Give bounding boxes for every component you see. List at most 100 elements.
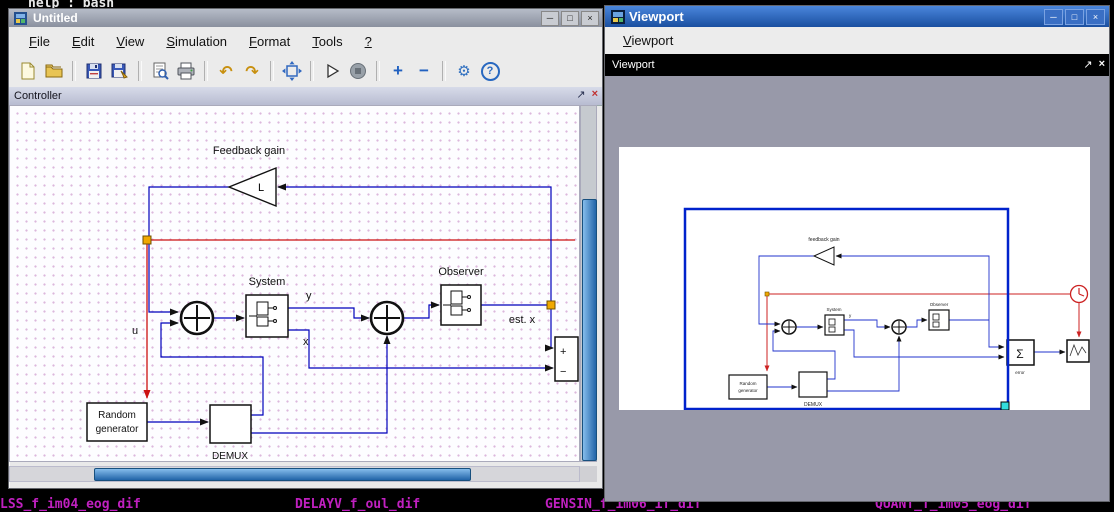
vertical-scrollbar[interactable]	[580, 105, 597, 462]
mini-random-label-1: Random	[739, 381, 756, 386]
stop-simulation-button[interactable]	[345, 58, 371, 84]
terminal-file-2: DELAYV_f_oul_dif	[295, 497, 420, 512]
fit-diagram-button[interactable]	[279, 58, 305, 84]
toolbar-separator	[270, 61, 274, 81]
open-folder-icon	[44, 61, 64, 81]
menu-help[interactable]: ?	[355, 31, 382, 52]
close-button[interactable]: ×	[581, 11, 599, 26]
print-button[interactable]	[173, 58, 199, 84]
est-x-label: est. x	[509, 314, 536, 326]
app-icon	[14, 12, 27, 25]
detach-panel-icon[interactable]: ↗	[1083, 58, 1092, 71]
mini-error-sum-block: Σ	[1007, 340, 1034, 365]
viewport-window: Viewport ─ □ × Viewport Viewport ↗ ×	[604, 5, 1110, 502]
system-block[interactable]	[246, 295, 288, 337]
mini-gain-block	[814, 247, 834, 265]
system-label: System	[249, 276, 286, 288]
fit-to-window-icon	[282, 61, 302, 81]
close-button[interactable]: ×	[1086, 9, 1105, 25]
help-button[interactable]: ?	[477, 58, 503, 84]
redo-icon: ↷	[245, 62, 258, 81]
open-button[interactable]	[41, 58, 67, 84]
scrollbar-corner	[580, 466, 597, 482]
mini-demux-label: DEMUX	[804, 402, 823, 408]
gain-label: L	[258, 182, 264, 194]
minimize-button[interactable]: ─	[1044, 9, 1063, 25]
sum-block-1[interactable]	[181, 302, 213, 334]
horizontal-scrollbar[interactable]	[9, 466, 580, 482]
redo-button[interactable]: ↷	[239, 58, 265, 84]
run-simulation-button[interactable]	[319, 58, 345, 84]
menu-simulation[interactable]: Simulation	[156, 31, 237, 52]
controller-panel-header: Controller ↗ ×	[9, 87, 602, 106]
demux-label: DEMUX	[212, 451, 248, 462]
save-as-icon	[110, 61, 130, 81]
gear-icon: ⚙	[457, 62, 470, 80]
mini-random-label-2: generator	[738, 388, 758, 393]
new-button[interactable]	[15, 58, 41, 84]
mini-link-handle	[765, 292, 769, 296]
u-label: u	[132, 325, 138, 337]
close-panel-icon[interactable]: ×	[1099, 58, 1105, 71]
feedback-gain-block[interactable]: L	[229, 168, 276, 206]
toolbar-separator	[310, 61, 314, 81]
zoom-in-button[interactable]: +	[385, 58, 411, 84]
observer-block[interactable]	[441, 285, 481, 325]
feedback-gain-label: Feedback gain	[213, 145, 285, 157]
settings-button[interactable]: ⚙	[451, 58, 477, 84]
observer-label: Observer	[438, 266, 484, 278]
toolbar-separator	[376, 61, 380, 81]
mini-sum-1	[782, 320, 796, 334]
stop-icon	[348, 61, 368, 81]
mini-scope-block	[1067, 340, 1089, 362]
toolbar: ↶ ↷ +	[9, 55, 602, 88]
link-handle-2[interactable]	[547, 301, 555, 309]
print-preview-icon	[150, 61, 170, 81]
maximize-button[interactable]: □	[1065, 9, 1084, 25]
x-label: x	[303, 336, 309, 348]
random-generator-block[interactable]: Random generator	[87, 403, 147, 441]
minus-port-label: −	[560, 366, 566, 378]
mini-sum-2	[892, 320, 906, 334]
close-panel-icon[interactable]: ×	[592, 88, 598, 101]
editor-window: Untitled ─ □ × File Edit View Simulation…	[8, 8, 603, 489]
menu-format[interactable]: Format	[239, 31, 300, 52]
undo-button[interactable]: ↶	[213, 58, 239, 84]
mini-observer-label: Observer	[930, 302, 949, 307]
error-sum-block[interactable]: + −	[555, 337, 578, 381]
vertical-scrollbar-thumb[interactable]	[582, 199, 597, 461]
window-title: Untitled	[33, 11, 78, 25]
minimize-button[interactable]: ─	[541, 11, 559, 26]
mini-error-label: error	[1015, 370, 1025, 375]
link-handle-1[interactable]	[143, 236, 151, 244]
mini-clock-block	[1071, 286, 1088, 303]
zoom-out-button[interactable]: −	[411, 58, 437, 84]
menu-view[interactable]: View	[106, 31, 154, 52]
menu-file[interactable]: File	[19, 31, 60, 52]
menu-edit[interactable]: Edit	[62, 31, 104, 52]
mini-observer-block	[929, 310, 949, 330]
print-preview-button[interactable]	[147, 58, 173, 84]
save-as-button[interactable]	[107, 58, 133, 84]
maximize-button[interactable]: □	[561, 11, 579, 26]
viewport-canvas[interactable]: feedback gain System y Observer	[619, 147, 1090, 410]
toolbar-separator	[204, 61, 208, 81]
horizontal-scrollbar-thumb[interactable]	[94, 468, 471, 481]
mini-sigma-label: Σ	[1016, 347, 1023, 361]
sum-block-2[interactable]	[371, 302, 403, 334]
mini-system-block	[825, 315, 844, 335]
editor-titlebar[interactable]: Untitled ─ □ ×	[9, 9, 602, 27]
viewport-resize-handle[interactable]	[1001, 402, 1009, 410]
panel-title: Viewport	[612, 59, 655, 71]
diagram-canvas[interactable]: L Feedback gain u System y x	[9, 105, 580, 462]
menu-tools[interactable]: Tools	[302, 31, 352, 52]
new-document-icon	[18, 61, 38, 81]
save-button[interactable]	[81, 58, 107, 84]
detach-panel-icon[interactable]: ↗	[576, 88, 585, 101]
menu-viewport[interactable]: Viewport	[613, 30, 683, 51]
undo-icon: ↶	[219, 62, 232, 81]
window-title: Viewport	[629, 9, 684, 24]
demux-block[interactable]	[210, 405, 251, 443]
viewport-titlebar[interactable]: Viewport ─ □ ×	[605, 6, 1109, 27]
viewport-panel-header: Viewport ↗ ×	[605, 54, 1109, 76]
